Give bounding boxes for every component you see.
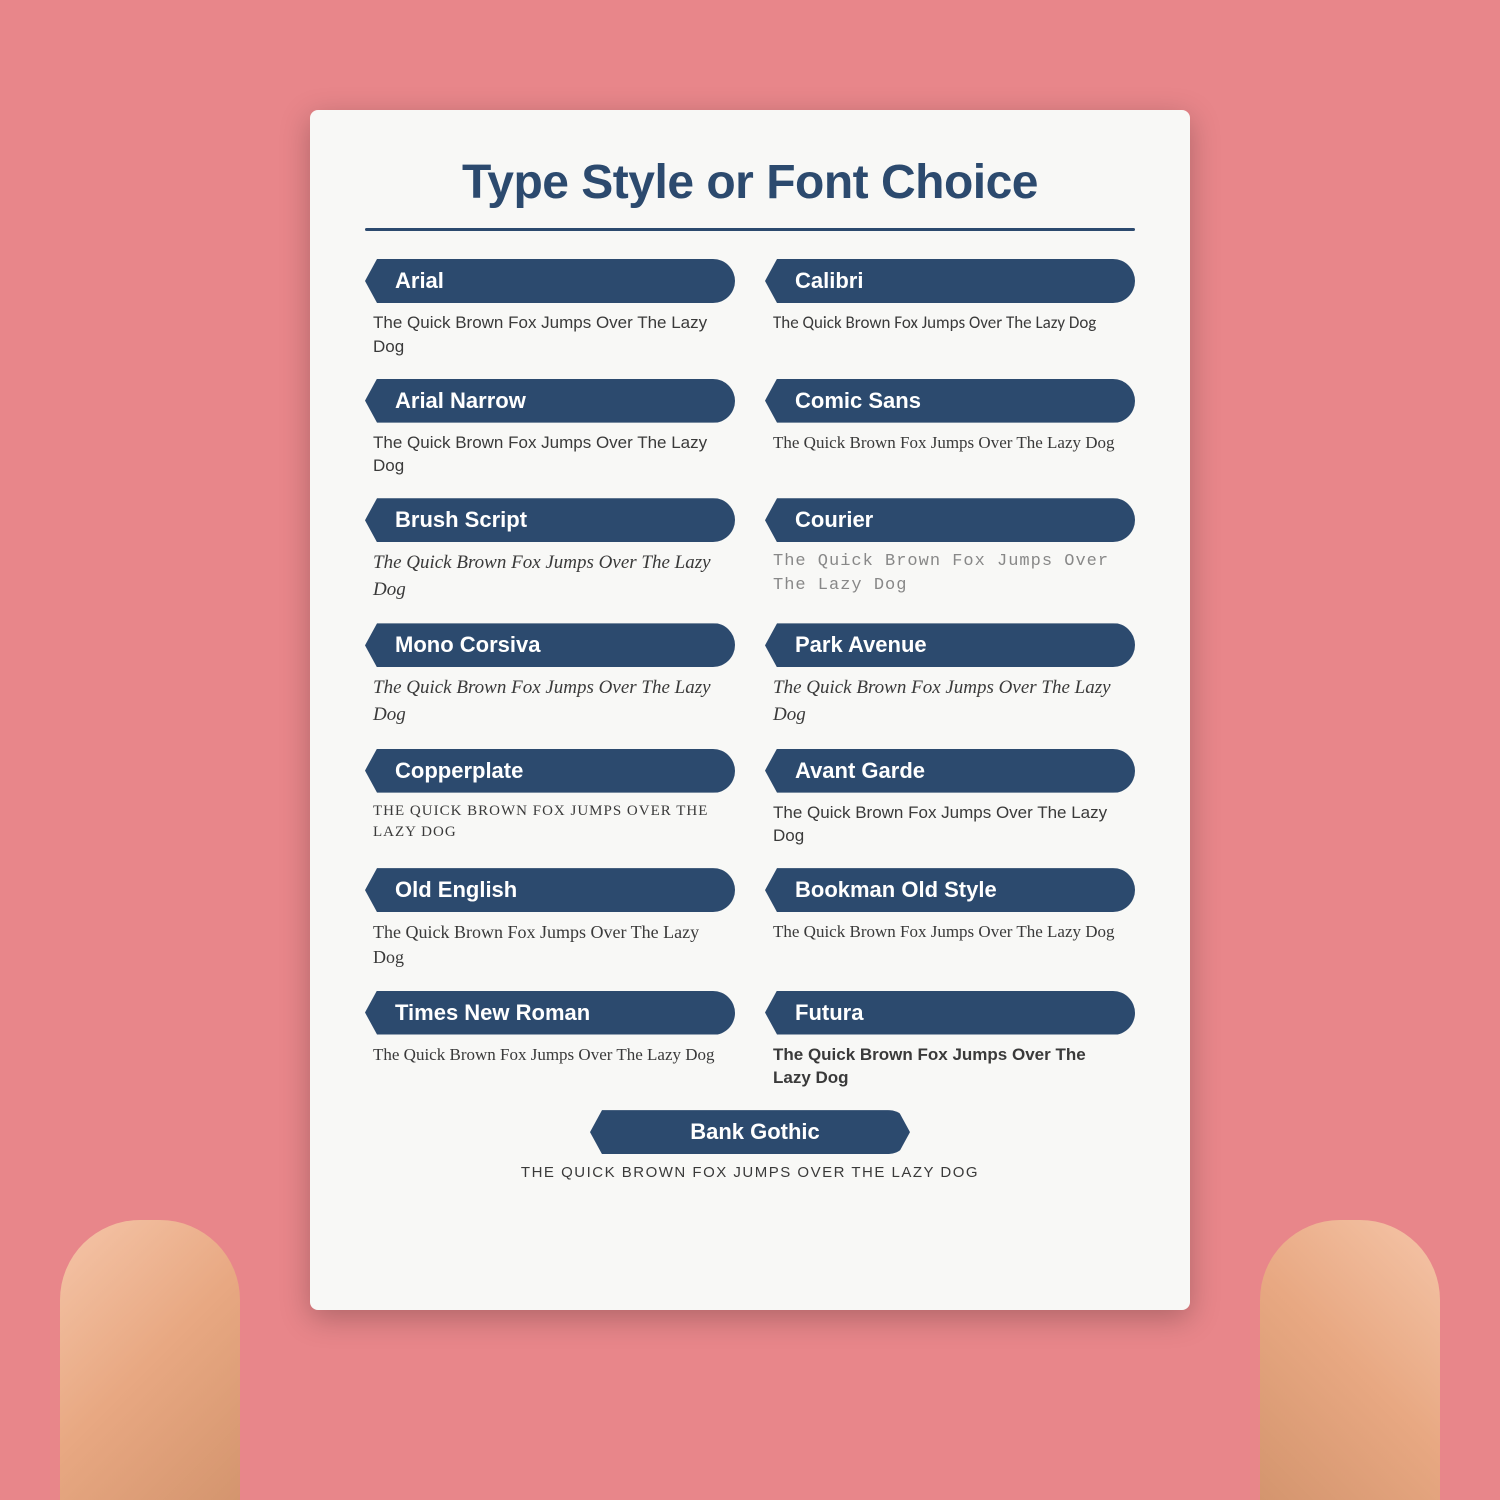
font-label-old-english: Old English	[365, 868, 735, 912]
page-title: Type Style or Font Choice	[365, 155, 1135, 210]
font-sample-comic-sans: The Quick Brown Fox Jumps Over The Lazy …	[765, 429, 1135, 457]
font-entry-mono-corsiva: Mono Corsiva The Quick Brown Fox Jumps O…	[365, 623, 735, 730]
font-label-comic-sans: Comic Sans	[765, 379, 1135, 423]
font-entry-bank-gothic: Bank Gothic The Quick Brown Fox Jumps Ov…	[365, 1110, 1135, 1185]
font-label-courier: Courier	[765, 498, 1135, 542]
font-entry-copperplate: Copperplate The Quick Brown Fox Jumps Ov…	[365, 749, 735, 851]
font-label-park-avenue: Park Avenue	[765, 623, 1135, 667]
hand-right	[1260, 1220, 1440, 1500]
font-label-mono-corsiva: Mono Corsiva	[365, 623, 735, 667]
fonts-grid: Arial The Quick Brown Fox Jumps Over The…	[365, 259, 1135, 1203]
font-entry-arial-narrow: Arial Narrow The Quick Brown Fox Jumps O…	[365, 379, 735, 481]
font-sample-courier: The Quick Brown Fox Jumps Over The Lazy …	[765, 548, 1135, 600]
font-entry-calibri: Calibri The Quick Brown Fox Jumps Over T…	[765, 259, 1135, 361]
font-label-bookman: Bookman Old Style	[765, 868, 1135, 912]
font-sample-park-avenue: The Quick Brown Fox Jumps Over The Lazy …	[765, 673, 1135, 730]
font-entry-arial: Arial The Quick Brown Fox Jumps Over The…	[365, 259, 735, 361]
font-card: Type Style or Font Choice Arial The Quic…	[310, 110, 1190, 1310]
font-entry-bookman: Bookman Old Style The Quick Brown Fox Ju…	[765, 868, 1135, 972]
font-label-times: Times New Roman	[365, 991, 735, 1035]
font-entry-comic-sans: Comic Sans The Quick Brown Fox Jumps Ove…	[765, 379, 1135, 481]
font-entry-old-english: Old English The Quick Brown Fox Jumps Ov…	[365, 868, 735, 972]
font-label-brush-script: Brush Script	[365, 498, 735, 542]
font-entry-courier: Courier The Quick Brown Fox Jumps Over T…	[765, 498, 1135, 605]
font-label-copperplate: Copperplate	[365, 749, 735, 793]
font-sample-arial-narrow: The Quick Brown Fox Jumps Over The Lazy …	[365, 429, 735, 481]
font-entry-times: Times New Roman The Quick Brown Fox Jump…	[365, 991, 735, 1093]
font-label-avant-garde: Avant Garde	[765, 749, 1135, 793]
font-entry-brush-script: Brush Script The Quick Brown Fox Jumps O…	[365, 498, 735, 605]
font-entry-park-avenue: Park Avenue The Quick Brown Fox Jumps Ov…	[765, 623, 1135, 730]
font-sample-calibri: The Quick Brown Fox Jumps Over The Lazy …	[765, 309, 1135, 337]
font-sample-copperplate: The Quick Brown Fox Jumps Over The Lazy …	[365, 799, 735, 845]
font-label-arial: Arial	[365, 259, 735, 303]
font-sample-bookman: The Quick Brown Fox Jumps Over The Lazy …	[765, 918, 1135, 946]
font-entry-avant-garde: Avant Garde The Quick Brown Fox Jumps Ov…	[765, 749, 1135, 851]
font-entry-futura: Futura The Quick Brown Fox Jumps Over Th…	[765, 991, 1135, 1093]
font-label-calibri: Calibri	[765, 259, 1135, 303]
font-sample-brush-script: The Quick Brown Fox Jumps Over The Lazy …	[365, 548, 735, 605]
font-label-futura: Futura	[765, 991, 1135, 1035]
font-sample-arial: The Quick Brown Fox Jumps Over The Lazy …	[365, 309, 735, 361]
font-label-bank-gothic: Bank Gothic	[590, 1110, 910, 1154]
font-sample-old-english: The Quick Brown Fox Jumps Over The Lazy …	[365, 918, 735, 972]
hand-left	[60, 1220, 240, 1500]
page-container: Type Style or Font Choice Arial The Quic…	[0, 0, 1500, 1500]
font-sample-avant-garde: The Quick Brown Fox Jumps Over The Lazy …	[765, 799, 1135, 851]
font-sample-bank-gothic: The Quick Brown Fox Jumps Over The Lazy …	[513, 1160, 987, 1185]
font-label-arial-narrow: Arial Narrow	[365, 379, 735, 423]
font-sample-mono-corsiva: The Quick Brown Fox Jumps Over The Lazy …	[365, 673, 735, 730]
font-sample-times: The Quick Brown Fox Jumps Over The Lazy …	[365, 1041, 735, 1069]
divider	[365, 228, 1135, 231]
font-sample-futura: The Quick Brown Fox Jumps Over The Lazy …	[765, 1041, 1135, 1093]
